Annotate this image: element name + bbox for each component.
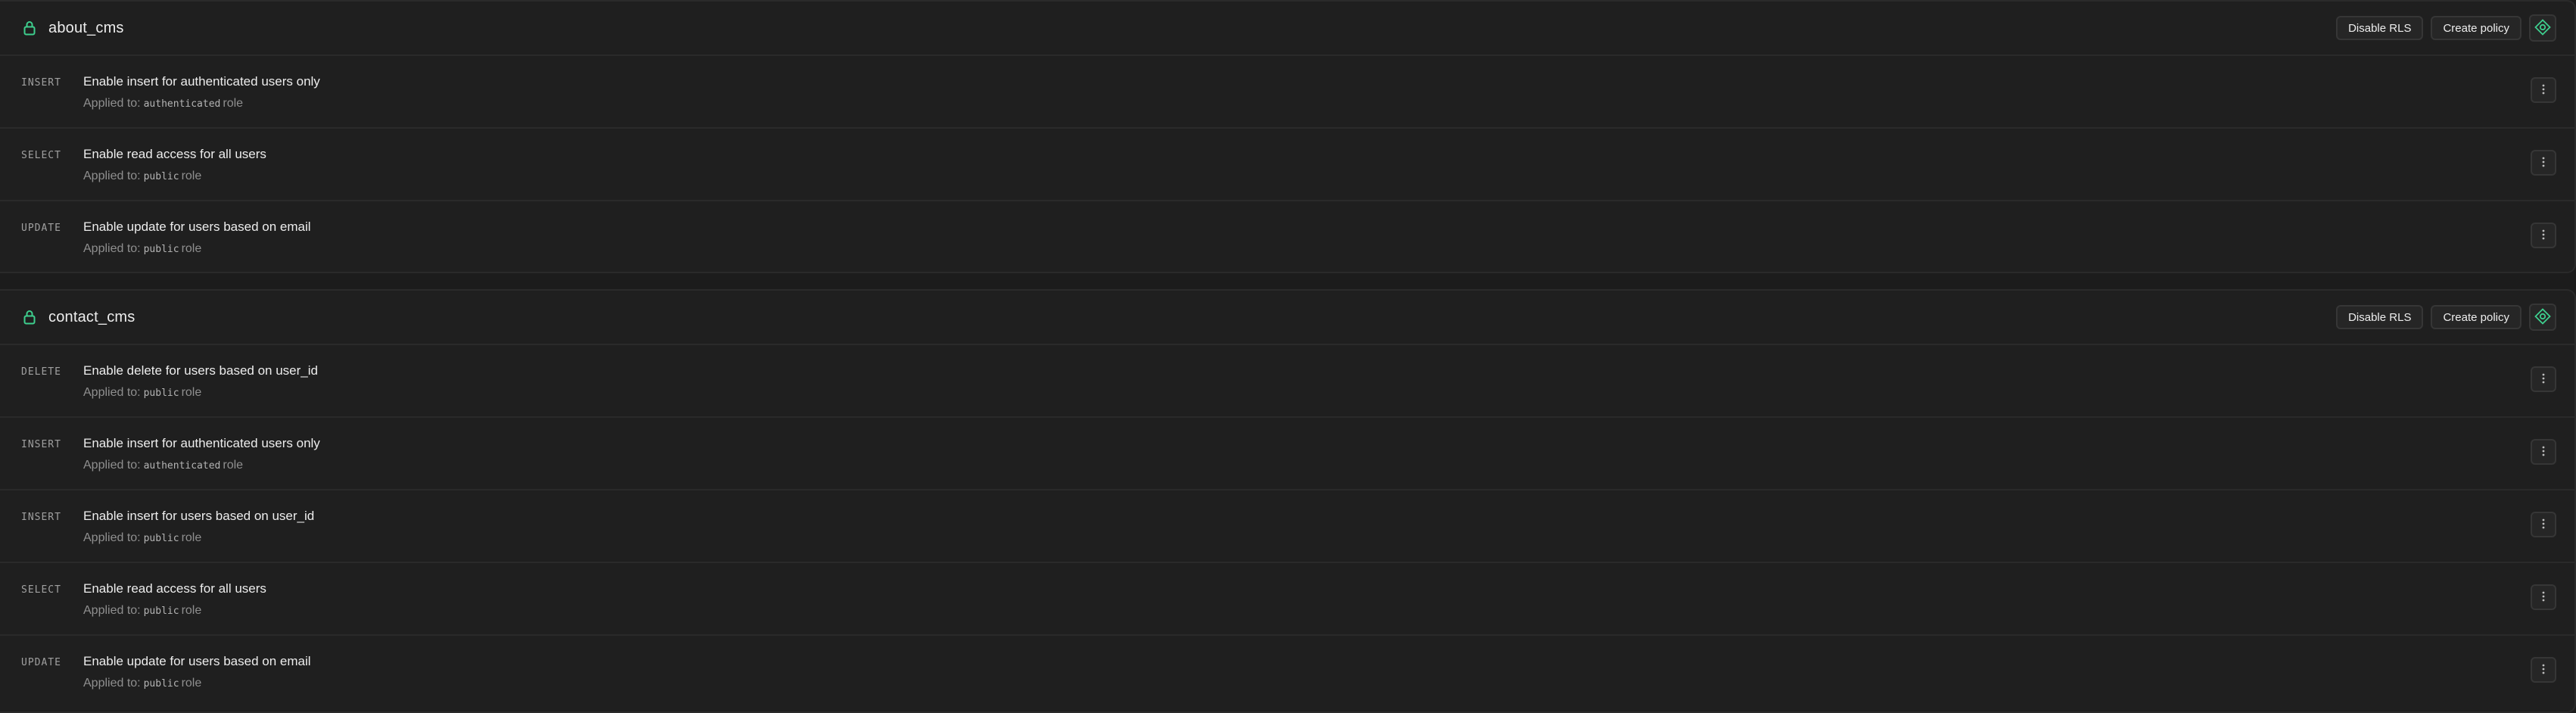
role-suffix: role [181,531,202,544]
applied-prefix: Applied to: [83,97,141,110]
applied-prefix: Applied to: [83,531,141,544]
policy-row[interactable]: INSERT Enable insert for users based on … [0,490,2574,563]
role-code: public [143,244,179,255]
policy-name: Enable update for users based on email [83,220,311,234]
more-vertical-icon [2542,664,2545,677]
applied-prefix: Applied to: [83,242,141,255]
more-vertical-icon [2542,157,2545,170]
policy-applied-to: Applied to: public role [83,168,266,185]
policy-applied-to: Applied to: authenticated role [83,95,320,113]
more-options-button[interactable] [2531,512,2556,537]
lock-icon [21,308,38,326]
policy-row[interactable]: INSERT Enable insert for authenticated u… [0,418,2574,490]
table-name: contact_cms [48,308,135,325]
policy-command: SELECT [21,150,61,161]
policy-name: Enable update for users based on email [83,654,311,668]
policy-command: UPDATE [21,223,61,234]
policy-command: SELECT [21,584,61,596]
applied-prefix: Applied to: [83,386,141,399]
more-options-button[interactable] [2531,77,2556,103]
role-code: authenticated [143,460,221,472]
policy-name: Enable insert for authenticated users on… [83,436,320,450]
policy-name: Enable read access for all users [83,147,266,161]
more-vertical-icon [2542,373,2545,386]
policy-name: Enable read access for all users [83,581,266,596]
policy-applied-to: Applied to: public role [83,602,266,620]
policy-row[interactable]: UPDATE Enable update for users based on … [0,636,2574,708]
more-vertical-icon [2542,84,2545,97]
applied-prefix: Applied to: [83,604,141,617]
policy-applied-to: Applied to: public role [83,675,311,693]
role-code: public [143,533,179,544]
policy-command: INSERT [21,512,61,523]
role-suffix: role [181,242,202,255]
policy-command: DELETE [21,366,61,378]
ai-assistant-button[interactable] [2529,304,2556,331]
role-suffix: role [181,386,202,399]
table-policies-panel: contact_cms Disable RLS Create policy DE… [0,289,2576,713]
more-vertical-icon [2542,518,2545,531]
role-code: public [143,678,179,690]
table-name: about_cms [48,19,124,36]
policy-command: INSERT [21,439,61,450]
applied-prefix: Applied to: [83,459,141,472]
disable-rls-button[interactable]: Disable RLS [2336,16,2424,40]
policy-command: INSERT [21,77,61,89]
role-code: public [143,388,179,399]
policy-name: Enable insert for authenticated users on… [83,74,320,89]
header-actions: Disable RLS Create policy [2336,304,2556,331]
policy-row[interactable]: SELECT Enable read access for all users … [0,129,2574,201]
role-suffix: role [181,604,202,617]
more-options-button[interactable] [2531,439,2556,465]
disable-rls-button[interactable]: Disable RLS [2336,305,2424,329]
policy-row[interactable]: INSERT Enable insert for authenticated u… [0,56,2574,129]
role-code: authenticated [143,98,221,110]
more-options-button[interactable] [2531,223,2556,248]
role-code: public [143,606,179,617]
policy-name: Enable delete for users based on user_id [83,363,318,378]
panel-header: contact_cms Disable RLS Create policy [0,291,2574,345]
role-suffix: role [223,97,244,110]
more-options-button[interactable] [2531,366,2556,392]
policy-row[interactable]: DELETE Enable delete for users based on … [0,345,2574,418]
policy-row[interactable]: SELECT Enable read access for all users … [0,563,2574,636]
more-options-button[interactable] [2531,657,2556,683]
panel-header: about_cms Disable RLS Create policy [0,2,2574,56]
policy-applied-to: Applied to: public role [83,530,314,547]
create-policy-button[interactable]: Create policy [2431,16,2521,40]
create-policy-button[interactable]: Create policy [2431,305,2521,329]
policy-applied-to: Applied to: authenticated role [83,457,320,475]
policy-command: UPDATE [21,657,61,668]
header-actions: Disable RLS Create policy [2336,14,2556,42]
ai-assistant-button[interactable] [2529,14,2556,42]
lock-icon [21,19,38,37]
policy-applied-to: Applied to: public role [83,385,318,402]
role-suffix: role [181,170,202,182]
ai-assistant-icon [2534,18,2551,38]
ai-assistant-icon [2534,307,2551,327]
applied-prefix: Applied to: [83,170,141,182]
more-vertical-icon [2542,229,2545,242]
table-policies-panel: about_cms Disable RLS Create policy INSE… [0,0,2576,273]
more-options-button[interactable] [2531,584,2556,610]
role-suffix: role [223,459,244,472]
role-code: public [143,171,179,182]
more-vertical-icon [2542,446,2545,459]
policy-applied-to: Applied to: public role [83,241,311,258]
more-vertical-icon [2542,591,2545,604]
policy-name: Enable insert for users based on user_id [83,509,315,523]
policy-row[interactable]: UPDATE Enable update for users based on … [0,201,2574,274]
more-options-button[interactable] [2531,150,2556,176]
role-suffix: role [181,677,202,690]
applied-prefix: Applied to: [83,677,141,690]
